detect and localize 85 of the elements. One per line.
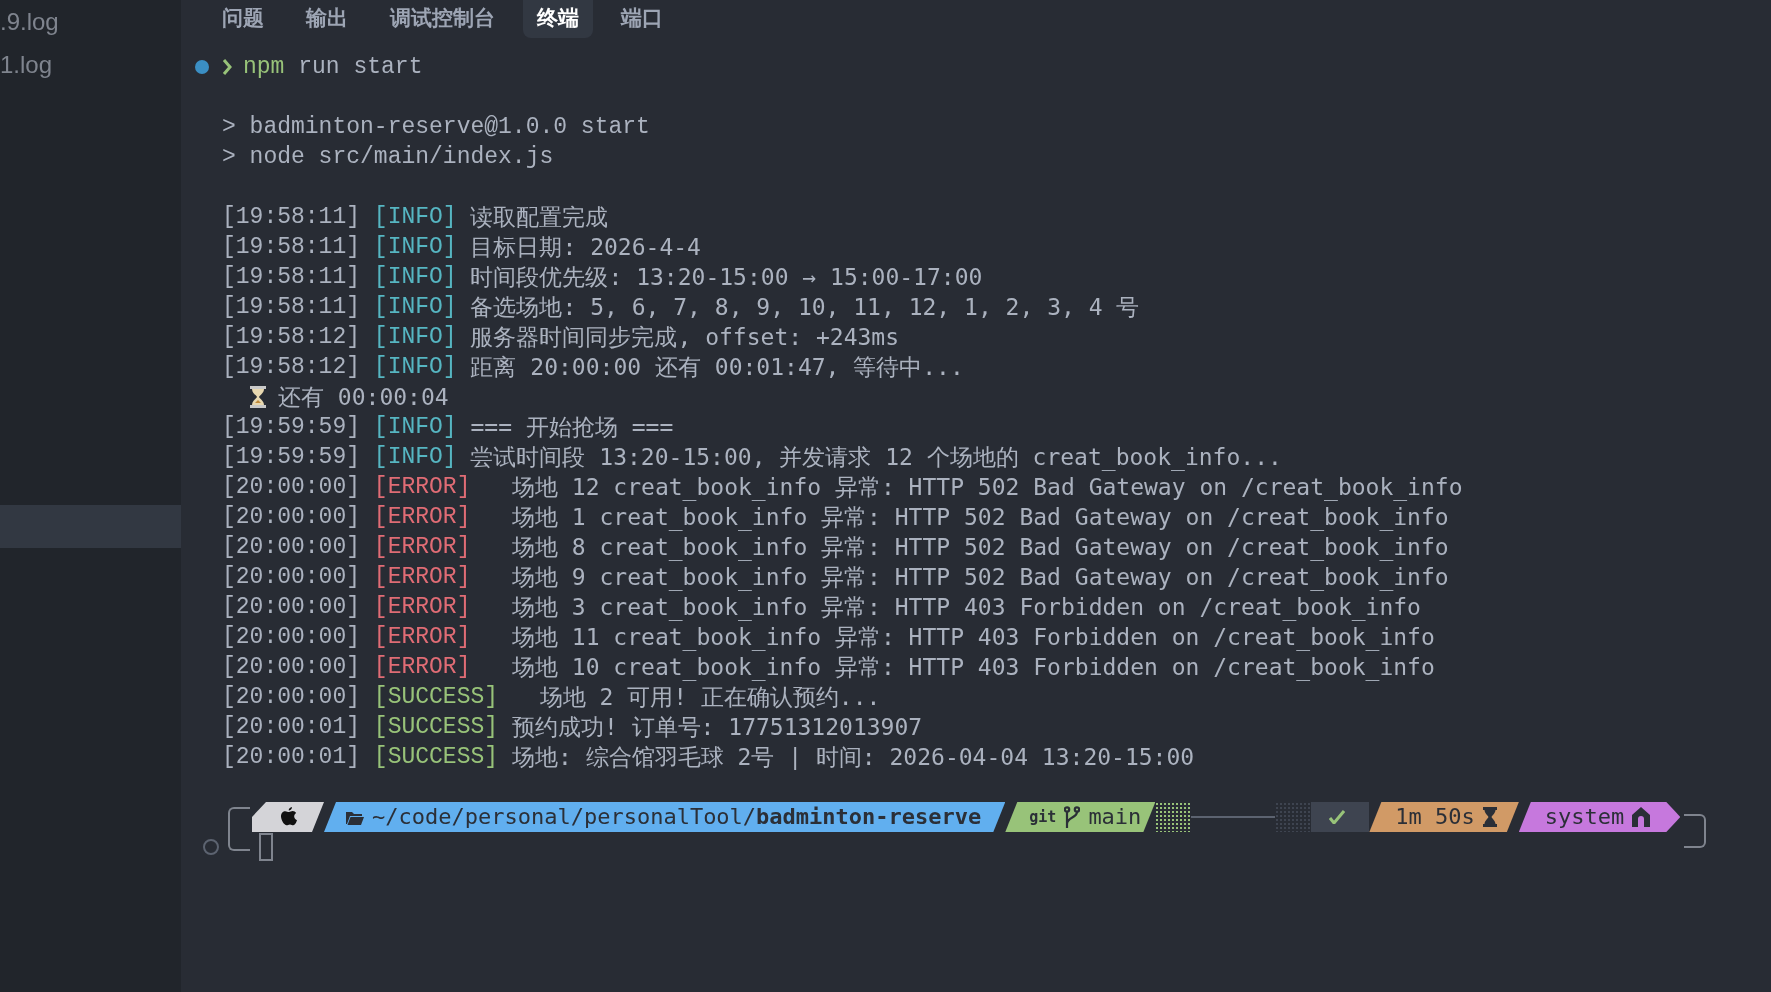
log-message: 读取配置完成 xyxy=(470,203,609,232)
cursor xyxy=(259,833,273,861)
log-message: 场地 1 creat_book_info 异常: HTTP 502 Bad Gateway on /creat_book_info xyxy=(510,503,1449,532)
context-text: system xyxy=(1544,803,1625,831)
log-level: [ERROR] xyxy=(373,563,471,592)
log-message: === 开始抢场 === xyxy=(470,413,674,442)
log-message: 场地: 综合馆羽毛球 2号 | 时间: 2026-04-04 13:20-15:00 xyxy=(511,743,1195,772)
log-message: 场地 8 creat_book_info 异常: HTTP 502 Bad Gateway on /creat_book_info xyxy=(510,533,1449,562)
home-icon xyxy=(1632,807,1651,827)
dither-pattern xyxy=(1275,802,1312,832)
log-level: [SUCCESS] xyxy=(373,713,499,742)
log-time: [19:58:11] xyxy=(222,263,361,292)
log-message: 场地 12 creat_book_info 异常: HTTP 502 Bad Gateway on /creat_book_info xyxy=(510,473,1463,502)
log-message: 服务器时间同步完成, offset: +243ms xyxy=(470,323,900,352)
log-message: 时间段优先级: 13:20-15:00 → 15:00-17:00 xyxy=(470,263,983,292)
log-level: [INFO] xyxy=(373,353,457,382)
panel-tab[interactable]: 终端 xyxy=(523,0,593,38)
log-time: [20:00:00] xyxy=(222,593,361,622)
log-level: [INFO] xyxy=(373,323,457,352)
panel-tab[interactable]: 调试控制台 xyxy=(376,0,509,38)
log-message: 还有 00:00:04 xyxy=(278,383,449,412)
log-time: [20:00:00] xyxy=(222,653,361,682)
log-message: 距离 20:00:00 还有 00:01:47, 等待中... xyxy=(470,353,964,382)
log-time: [20:00:01] xyxy=(222,743,361,772)
chevron-icon xyxy=(222,59,232,75)
log-level: [INFO] xyxy=(373,263,457,292)
sidebar-item[interactable]: .9.log xyxy=(0,0,181,43)
panel-tab[interactable]: 端口 xyxy=(607,0,677,38)
command-program: npm xyxy=(243,53,285,82)
log-time: [19:58:12] xyxy=(222,323,361,352)
log-time: [19:58:11] xyxy=(222,233,361,262)
log-time: [20:00:00] xyxy=(222,623,361,652)
log-time: [19:58:12] xyxy=(222,353,361,382)
log-level: [INFO] xyxy=(373,203,457,232)
branch-icon xyxy=(1064,806,1081,828)
log-message: 预约成功! 订单号: 17751312013907 xyxy=(511,713,923,742)
log-message: 场地 9 creat_book_info 异常: HTTP 502 Bad Gateway on /creat_book_info xyxy=(510,563,1449,592)
script-line: > badminton-reserve@1.0.0 start xyxy=(222,113,650,142)
log-time: [20:00:01] xyxy=(222,713,361,742)
log-time: [20:00:00] xyxy=(222,503,361,532)
folder-icon xyxy=(346,809,364,825)
log-level: [INFO] xyxy=(373,413,457,442)
log-message: 场地 3 creat_book_info 异常: HTTP 403 Forbidden on /creat_book_info xyxy=(510,593,1421,622)
duration-text: 1m 50s xyxy=(1395,803,1475,831)
check-icon xyxy=(1329,810,1346,824)
log-level: [SUCCESS] xyxy=(373,683,499,712)
branch-name: main xyxy=(1088,803,1142,831)
log-message: 备选场地: 5, 6, 7, 8, 9, 10, 11, 12, 1, 2, 3, 4 号 xyxy=(470,293,1140,322)
hourglass-icon xyxy=(250,386,266,408)
log-message: 尝试时间段 13:20-15:00, 并发请求 12 个场地的 creat_book_info... xyxy=(470,443,1282,472)
apple-icon xyxy=(280,806,298,828)
command-args: run start xyxy=(298,53,423,82)
log-level: [INFO] xyxy=(373,293,457,322)
log-time: [19:58:11] xyxy=(222,203,361,232)
log-time: [19:59:59] xyxy=(222,443,361,472)
log-level: [ERROR] xyxy=(373,533,471,562)
log-message: 目标日期: 2026-4-4 xyxy=(470,233,701,262)
log-level: [INFO] xyxy=(373,233,457,262)
log-message: 场地 10 creat_book_info 异常: HTTP 403 Forbidden on /creat_book_info xyxy=(510,653,1435,682)
log-level: [ERROR] xyxy=(373,623,471,652)
git-label: git xyxy=(1029,807,1057,828)
hourglass-icon xyxy=(1482,807,1497,827)
script-line: > node src/main/index.js xyxy=(222,143,554,172)
path-text: ~/code/personal/personalTool/badminton-reserve xyxy=(372,803,982,831)
log-time: [20:00:00] xyxy=(222,683,361,712)
bracket-icon xyxy=(1684,814,1707,848)
log-time: [19:59:59] xyxy=(222,413,361,442)
log-time: [19:58:11] xyxy=(222,293,361,322)
panel-tab[interactable]: 问题 xyxy=(208,0,278,38)
log-time: [20:00:00] xyxy=(222,563,361,592)
log-message: 场地 2 可用! 正在确认预约... xyxy=(538,683,881,712)
circle-icon xyxy=(203,839,219,855)
log-level: [ERROR] xyxy=(373,473,471,502)
log-level: [SUCCESS] xyxy=(373,743,499,772)
log-time: [20:00:00] xyxy=(222,533,361,562)
log-level: [INFO] xyxy=(373,443,457,472)
log-message: 场地 11 creat_book_info 异常: HTTP 403 Forbidden on /creat_book_info xyxy=(510,623,1435,652)
bracket-icon xyxy=(228,807,250,851)
log-level: [ERROR] xyxy=(373,653,471,682)
status-dot-icon xyxy=(195,60,209,74)
log-time: [20:00:00] xyxy=(222,473,361,502)
log-level: [ERROR] xyxy=(373,503,471,532)
panel-tab[interactable]: 输出 xyxy=(292,0,362,38)
sidebar-item[interactable]: 1.log xyxy=(0,43,181,86)
log-level: [ERROR] xyxy=(373,593,471,622)
